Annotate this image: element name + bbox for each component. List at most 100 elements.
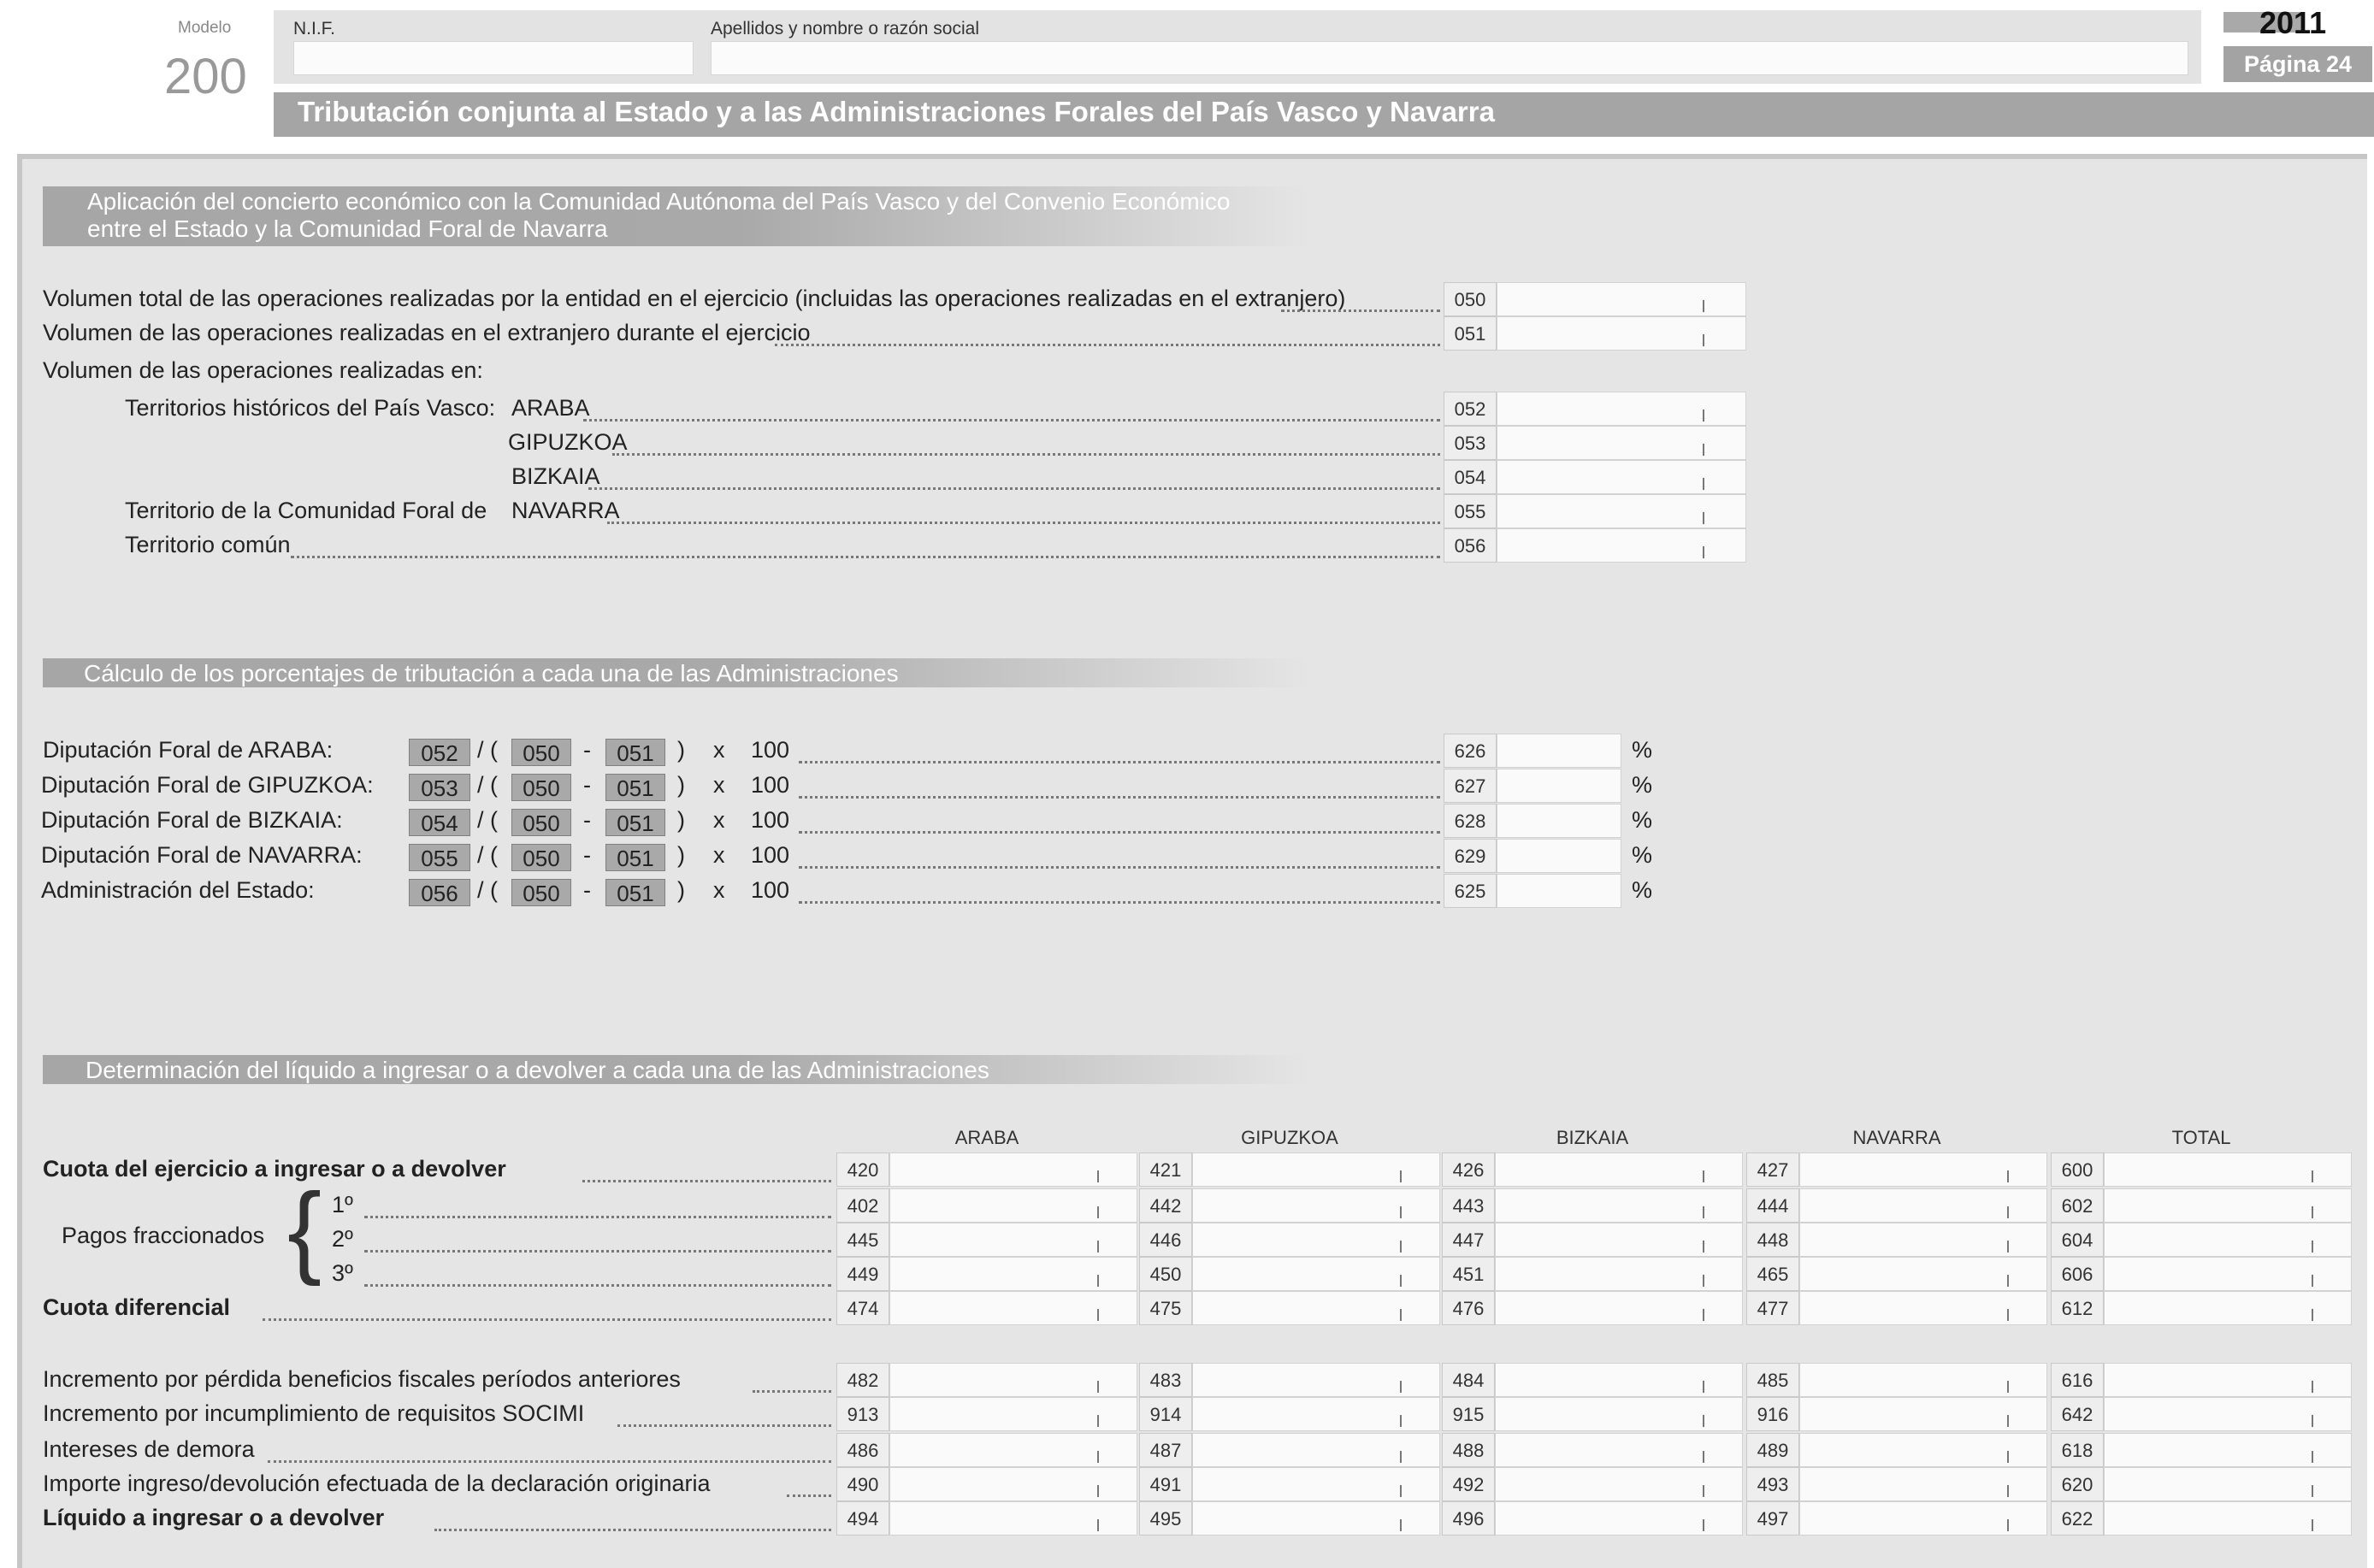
liq-row-9-araba-field[interactable]: [889, 1501, 1137, 1536]
liq-row-9-bizkaia-field[interactable]: [1495, 1501, 1743, 1536]
liq-row-0-navarra-field[interactable]: [1799, 1152, 2047, 1187]
field-separator: [2007, 1241, 2009, 1253]
pct-row-0-field[interactable]: [1497, 734, 1621, 768]
vol-extranjero-field[interactable]: [1497, 316, 1746, 351]
liq-row-4-araba-field[interactable]: [889, 1291, 1137, 1325]
liq-row-4-navarra-code: 477: [1746, 1291, 1799, 1325]
field-separator: [1400, 1519, 1402, 1531]
liq-row-5-navarra-field[interactable]: [1799, 1363, 2047, 1397]
liq-row-1-navarra-field[interactable]: [1799, 1188, 2047, 1223]
liq-row-1-bizkaia-field[interactable]: [1495, 1188, 1743, 1223]
liq-row-0-total-code: 600: [2051, 1152, 2104, 1187]
liq-row-8-araba-field[interactable]: [889, 1467, 1137, 1501]
vol-total-code: 050: [1444, 282, 1497, 316]
liq-row-2-araba-field[interactable]: [889, 1223, 1137, 1257]
liq-row-2-bizkaia-field[interactable]: [1495, 1223, 1743, 1257]
liq-row-9-navarra-field[interactable]: [1799, 1501, 2047, 1536]
territorio-comun-code: 056: [1444, 528, 1497, 563]
liq-row-4-total-field[interactable]: [2104, 1291, 2352, 1325]
liq-row-1-araba-field[interactable]: [889, 1188, 1137, 1223]
field-separator: [2007, 1309, 2009, 1321]
page-number: Página 24: [2223, 46, 2372, 82]
liq-row-6-total-field[interactable]: [2104, 1397, 2352, 1431]
field-separator: [2312, 1451, 2313, 1463]
field-separator: [2312, 1519, 2313, 1531]
liq-row-8-navarra-field[interactable]: [1799, 1467, 2047, 1501]
liq-row-9-total-field[interactable]: [2104, 1501, 2352, 1536]
field-separator: [1097, 1485, 1099, 1497]
pct-row-1-mult: 100: [751, 772, 790, 798]
liq-row-8-bizkaia-field[interactable]: [1495, 1467, 1743, 1501]
field-separator: [2312, 1309, 2313, 1321]
nif-field[interactable]: [293, 41, 694, 75]
liq-row-2-gipuzkoa-field[interactable]: [1192, 1223, 1440, 1257]
liq-row-3-total-field[interactable]: [2104, 1257, 2352, 1291]
liq-row-0-araba-field[interactable]: [889, 1152, 1137, 1187]
liq-row-6-label: Incremento por incumplimiento de requisi…: [43, 1400, 585, 1426]
nombre-field[interactable]: [711, 41, 2188, 75]
field-separator: [2007, 1485, 2009, 1497]
liq-row-7-total-field[interactable]: [2104, 1433, 2352, 1467]
liq-row-5-araba-code: 482: [836, 1363, 889, 1397]
liq-row-7-bizkaia-field[interactable]: [1495, 1433, 1743, 1467]
liq-row-0-navarra-code: 427: [1746, 1152, 1799, 1187]
pct-row-4-label: Administración del Estado:: [41, 877, 315, 903]
liq-row-3-total-code: 606: [2051, 1257, 2104, 1291]
liq-row-1-gipuzkoa-code: 442: [1139, 1188, 1192, 1223]
liq-row-0-bizkaia-field[interactable]: [1495, 1152, 1743, 1187]
liq-row-4-total-code: 612: [2051, 1291, 2104, 1325]
pct-row-1-field[interactable]: [1497, 769, 1621, 803]
navarra-group-label: Territorio de la Comunidad Foral de: [125, 498, 487, 523]
araba-group-label: Territorios históricos del País Vasco:: [125, 395, 496, 421]
liq-row-5-total-field[interactable]: [2104, 1363, 2352, 1397]
liq-row-3-gipuzkoa-field[interactable]: [1192, 1257, 1440, 1291]
liq-row-5-araba-field[interactable]: [889, 1363, 1137, 1397]
pct-row-3-a: 050: [511, 844, 571, 871]
liq-row-6-navarra-field[interactable]: [1799, 1397, 2047, 1431]
araba-field[interactable]: [1497, 392, 1746, 426]
pct-row-4-a: 050: [511, 879, 571, 906]
vol-extranjero-leader: [775, 344, 1440, 346]
liq-row-4-bizkaia-field[interactable]: [1495, 1291, 1743, 1325]
liq-row-6-araba-field[interactable]: [889, 1397, 1137, 1431]
liq-row-4-navarra-field[interactable]: [1799, 1291, 2047, 1325]
liq-row-3-label: 3º: [332, 1260, 353, 1286]
liq-row-6-bizkaia-field[interactable]: [1495, 1397, 1743, 1431]
liq-row-5-gipuzkoa-field[interactable]: [1192, 1363, 1440, 1397]
vol-en-label: Volumen de las operaciones realizadas en…: [43, 357, 483, 383]
liq-row-8-total-field[interactable]: [2104, 1467, 2352, 1501]
pct-row-3-slash: / (: [477, 842, 498, 868]
liq-row-6-gipuzkoa-field[interactable]: [1192, 1397, 1440, 1431]
liq-row-3-bizkaia-field[interactable]: [1495, 1257, 1743, 1291]
liq-row-0-gipuzkoa-field[interactable]: [1192, 1152, 1440, 1187]
vol-total-field[interactable]: [1497, 282, 1746, 316]
bizkaia-field[interactable]: [1497, 460, 1746, 494]
liq-row-0-label: Cuota del ejercicio a ingresar o a devol…: [43, 1156, 506, 1182]
liq-row-7-araba-field[interactable]: [889, 1433, 1137, 1467]
pct-row-2-field[interactable]: [1497, 804, 1621, 838]
liq-row-1-total-field[interactable]: [2104, 1188, 2352, 1223]
liq-row-7-navarra-field[interactable]: [1799, 1433, 2047, 1467]
pct-row-4-field[interactable]: [1497, 874, 1621, 908]
liq-row-5-bizkaia-field[interactable]: [1495, 1363, 1743, 1397]
liq-row-8-gipuzkoa-field[interactable]: [1192, 1467, 1440, 1501]
liq-row-3-navarra-field[interactable]: [1799, 1257, 2047, 1291]
liq-row-3-araba-field[interactable]: [889, 1257, 1137, 1291]
liq-row-9-bizkaia-code: 496: [1442, 1501, 1495, 1536]
year: 2011: [2259, 5, 2327, 40]
liq-row-2-navarra-field[interactable]: [1799, 1223, 2047, 1257]
pct-row-2-num: 054: [409, 809, 470, 836]
gipuzkoa-field[interactable]: [1497, 426, 1746, 460]
territorio-comun-field[interactable]: [1497, 528, 1746, 563]
pct-row-1-minus: -: [583, 772, 591, 798]
liq-row-0-total-field[interactable]: [2104, 1152, 2352, 1187]
liq-row-7-gipuzkoa-field[interactable]: [1192, 1433, 1440, 1467]
pct-row-0-label: Diputación Foral de ARABA:: [43, 737, 334, 763]
pct-row-3-field[interactable]: [1497, 839, 1621, 873]
liq-row-9-gipuzkoa-field[interactable]: [1192, 1501, 1440, 1536]
navarra-field[interactable]: [1497, 494, 1746, 528]
liq-row-4-gipuzkoa-field[interactable]: [1192, 1291, 1440, 1325]
liq-row-2-total-field[interactable]: [2104, 1223, 2352, 1257]
field-separator: [1400, 1485, 1402, 1497]
liq-row-1-gipuzkoa-field[interactable]: [1192, 1188, 1440, 1223]
